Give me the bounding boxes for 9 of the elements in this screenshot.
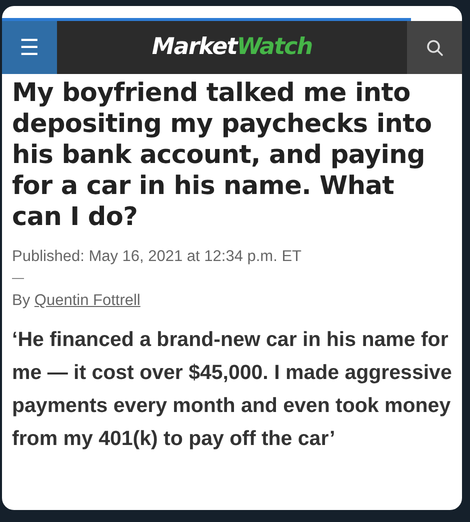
search-button[interactable] [407, 21, 462, 74]
subheading: ‘He financed a brand-new car in his name for me — it cost over $45,000. I made aggressive payments every month and even took money from my 401(k) to pay off the car’ [12, 326, 452, 452]
search-icon [426, 38, 444, 56]
byline-prefix: By [12, 292, 30, 310]
menu-button[interactable]: ☰ [2, 21, 57, 74]
headline: My boyfriend talked me into depositing my paychecks into his bank account, and paying for a car in his name. What can I do? [12, 78, 433, 233]
author-link[interactable]: Quentin Fottrell [34, 292, 140, 310]
publish-date: Published: May 16, 2021 at 12:34 p.m. ET [12, 247, 303, 267]
logo[interactable]: MarketWatch [152, 30, 312, 65]
